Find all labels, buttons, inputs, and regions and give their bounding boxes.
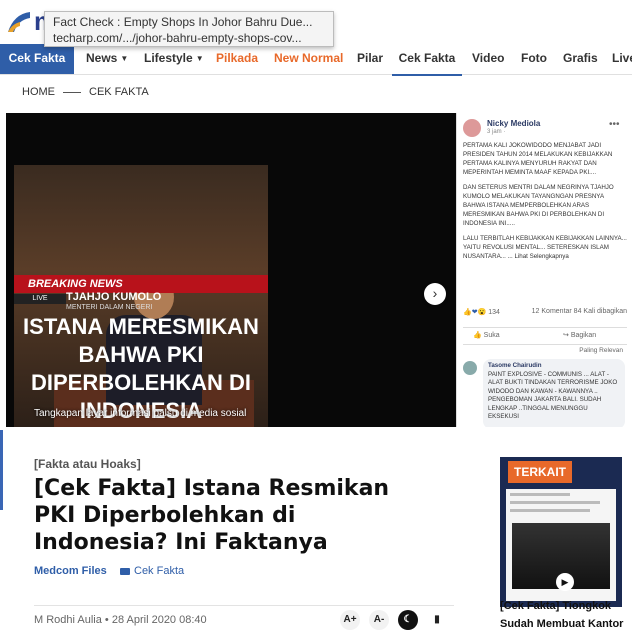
- next-slide-button[interactable]: ›: [424, 283, 446, 305]
- chevron-down-icon: ▼: [120, 53, 129, 63]
- dark-mode-button[interactable]: ☾: [398, 610, 418, 630]
- fb-paragraph: PERTAMA KALI JOKOWIDODO MENJABAT JADI PR…: [463, 142, 613, 176]
- live-tag: LIVE: [14, 294, 66, 304]
- thumb-photo: ▶: [512, 523, 610, 591]
- play-icon: ▶: [556, 573, 574, 591]
- speaker-role: MENTERI DALAM NEGERI: [66, 304, 153, 311]
- tooltip-title: Fact Check : Empty Shops In Johor Bahru …: [53, 15, 313, 29]
- main-nav: Cek Fakta News ▼ Lifestyle ▼ Pilkada New N…: [0, 44, 632, 76]
- breadcrumb-current[interactable]: CEK FAKTA: [89, 86, 149, 98]
- commenter-name: Tasome Chairudin: [488, 362, 542, 369]
- thumb-text-line: [510, 501, 600, 504]
- commenter-avatar: [463, 361, 477, 375]
- nav-item-new-normal[interactable]: New Normal: [274, 44, 343, 74]
- chevron-down-icon: ▼: [195, 53, 204, 63]
- breadcrumb-separator: [63, 91, 81, 93]
- link-tooltip: Fact Check : Empty Shops In Johor Bahru …: [44, 11, 334, 47]
- fb-paragraph: DAN SETERUS MENTRI DALAM NEGRINYA TJAHJO…: [463, 184, 614, 227]
- share-action: ↪ Bagikan: [563, 332, 597, 339]
- nav-item-pilar[interactable]: Pilar: [357, 44, 383, 74]
- font-decrease-button[interactable]: A-: [369, 610, 389, 630]
- chevron-right-icon: ›: [432, 285, 438, 301]
- bookmark-icon: ▮: [434, 614, 440, 625]
- fb-comment: Tasome Chairudin PAINT EXPLOSIVE - COMMU…: [483, 359, 625, 427]
- fb-post-body: PERTAMA KALI JOKOWIDODO MENJABAT JADI PR…: [463, 141, 627, 267]
- facebook-post-screenshot: Nicky Mediola 3 jam · ••• PERTAMA KALI J…: [456, 113, 632, 427]
- reaction-icon: 👍❤😮: [463, 309, 487, 316]
- nav-item-lifestyle[interactable]: Lifestyle ▼: [144, 44, 204, 74]
- nav-brand-cek-fakta[interactable]: Cek Fakta: [0, 44, 74, 74]
- like-action: 👍 Suka: [473, 332, 500, 339]
- thumb-text-line: [510, 493, 570, 496]
- fb-actions: 👍 Suka ↪ Bagikan: [463, 327, 627, 345]
- source-link[interactable]: Medcom Files: [34, 565, 107, 577]
- font-increase-button[interactable]: A+: [340, 610, 360, 630]
- speaker-name: TJAHJO KUMOLO: [66, 291, 162, 303]
- related-card[interactable]: TERKAIT ▶: [500, 457, 622, 607]
- accent-rule: [0, 430, 3, 510]
- nav-item-news[interactable]: News ▼: [86, 44, 128, 74]
- moon-icon: ☾: [403, 614, 413, 625]
- tooltip-url: techarp.com/.../johor-bahru-empty-shops-…: [53, 31, 302, 45]
- avatar: [463, 119, 481, 137]
- thumbs-up-icon: 👍: [473, 332, 482, 339]
- article-title: [Cek Fakta] Istana Resmikan PKI Diperbol…: [34, 476, 390, 555]
- nav-item-video[interactable]: Video: [472, 44, 504, 74]
- reaction-count: 134: [488, 309, 500, 316]
- divider: [34, 605, 454, 606]
- logo-icon[interactable]: [6, 8, 32, 34]
- thumb-text-line: [510, 509, 590, 512]
- fb-author: Nicky Mediola: [487, 119, 541, 128]
- nav-item-foto[interactable]: Foto: [521, 44, 547, 74]
- nav-item-live[interactable]: Live: [612, 44, 632, 74]
- breadcrumb-home[interactable]: HOME: [22, 86, 55, 98]
- related-label: TERKAIT: [508, 461, 572, 483]
- nav-item-grafis[interactable]: Grafis: [563, 44, 598, 74]
- sort-relevant: Paling Relevan: [579, 347, 623, 354]
- nav-item-cek-fakta[interactable]: Cek Fakta: [392, 44, 462, 76]
- related-title[interactable]: [Cek Fakta] Tiongkok Sudah Membuat Kanto…: [500, 597, 630, 633]
- tag-link[interactable]: Cek Fakta: [120, 565, 184, 577]
- share-icon: ↪: [563, 332, 569, 339]
- fb-stats: 👍❤😮 134 12 Komentar 84 Kali dibagikan: [463, 308, 627, 316]
- fb-paragraph: LALU TERBITLAH KEBIJAKKAN KEBIJAKKAN LAI…: [463, 235, 627, 260]
- related-thumbnail: ▶: [506, 489, 616, 601]
- fb-time: 3 jam ·: [487, 129, 506, 135]
- article-category: [Fakta atau Hoaks]: [34, 457, 141, 471]
- hero-image[interactable]: BREAKING NEWS LIVE TJAHJO KUMOLO MENTERI…: [6, 113, 456, 427]
- bookmark-button[interactable]: ▮: [427, 610, 447, 630]
- comment-text: PAINT EXPLOSIVE - COMMUNIS ... ALAT - AL…: [488, 370, 618, 421]
- byline: M Rodhi Aulia • 28 April 2020 08:40: [34, 614, 207, 626]
- breadcrumb: HOME CEK FAKTA: [22, 86, 149, 98]
- hero-caption: Tangkapan layar informasi palsu di media…: [34, 408, 247, 419]
- nav-item-pilkada[interactable]: Pilkada: [216, 44, 258, 74]
- comment-share-count: 12 Komentar 84 Kali dibagikan: [531, 308, 627, 315]
- more-icon: •••: [609, 119, 620, 130]
- folder-icon: [120, 567, 130, 575]
